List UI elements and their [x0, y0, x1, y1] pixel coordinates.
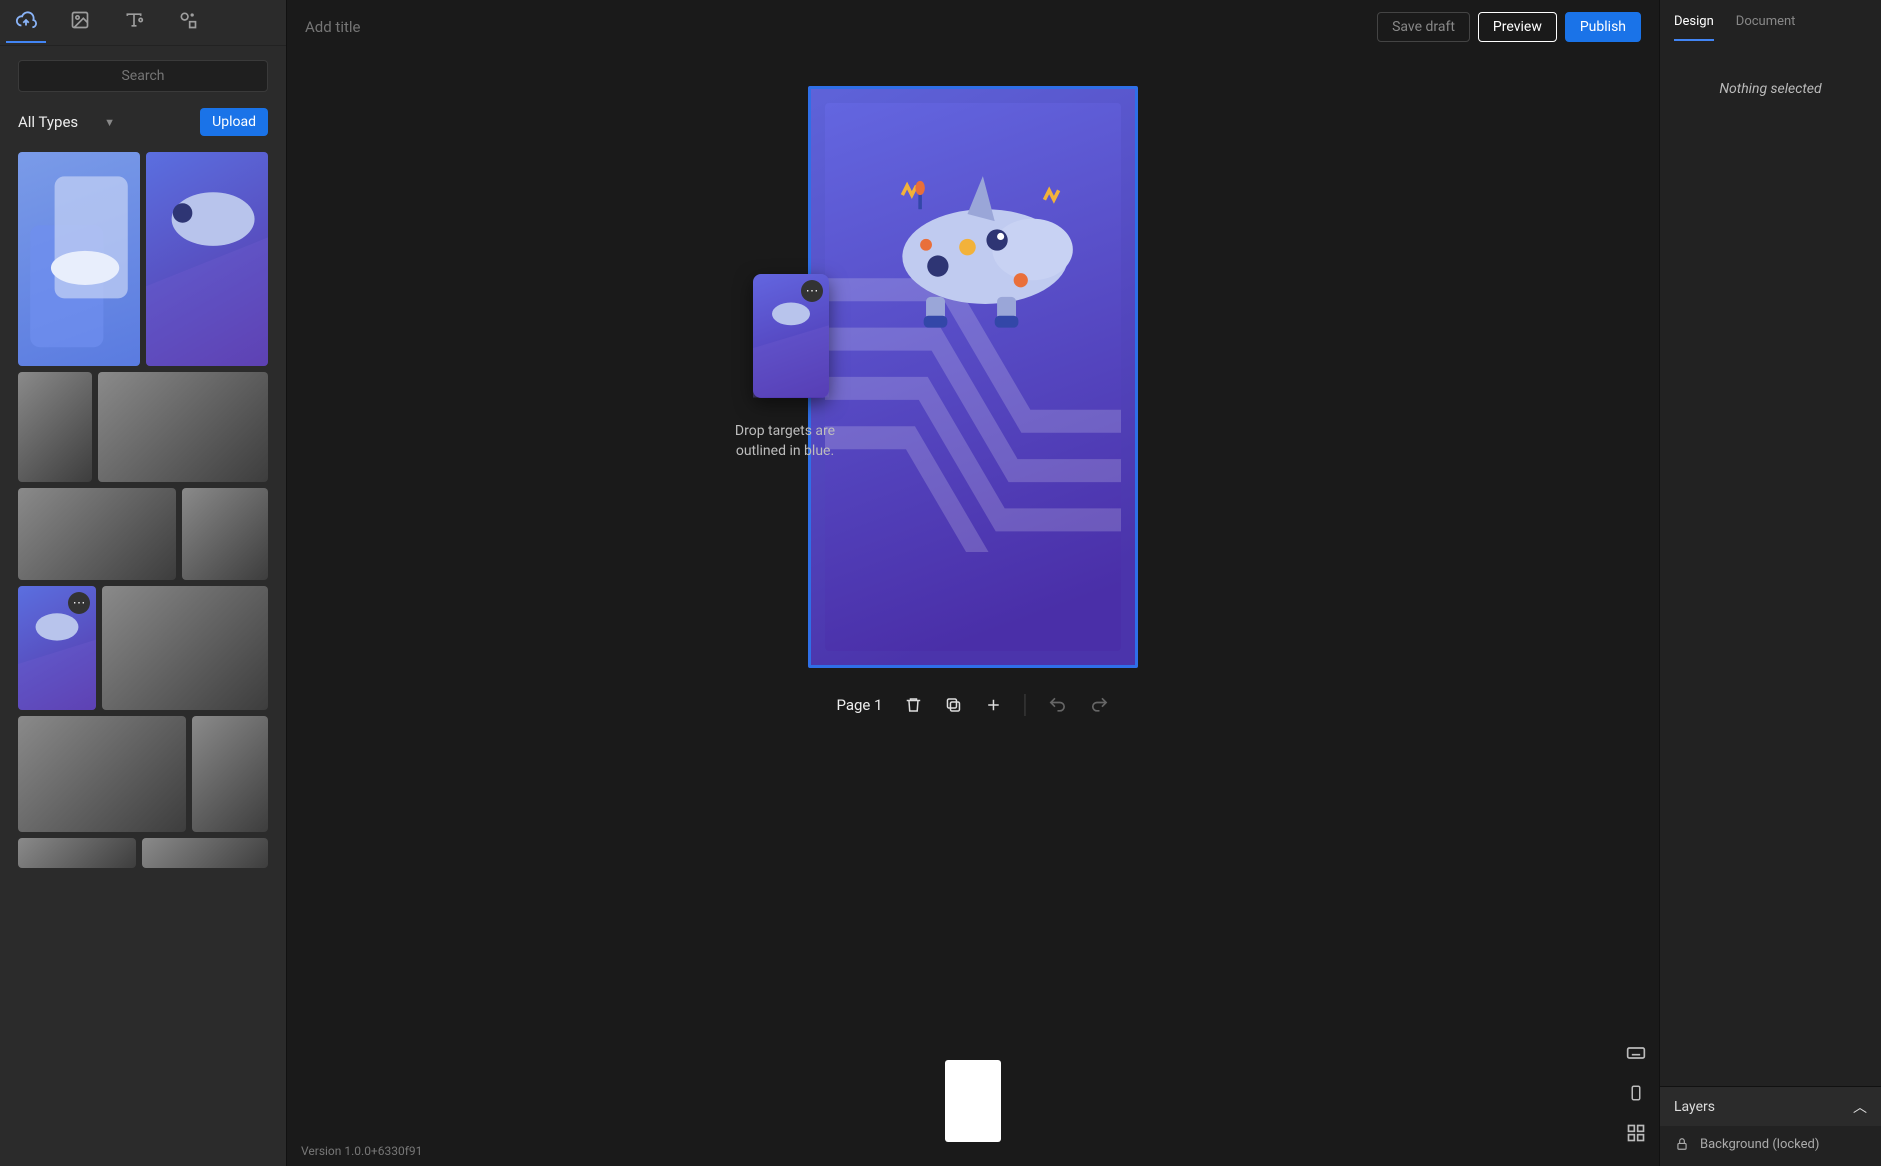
- device-preview-button[interactable]: [1625, 1082, 1647, 1104]
- workspace: Save draft Preview Publish: [287, 0, 1659, 1166]
- chevron-up-icon: ︿: [1853, 1097, 1867, 1117]
- delete-page-button[interactable]: [905, 696, 923, 714]
- separator: [1025, 694, 1026, 716]
- tab-design[interactable]: Design: [1674, 14, 1714, 41]
- cloud-upload-icon: [15, 9, 37, 35]
- asset-thumb[interactable]: [18, 372, 92, 482]
- title-input[interactable]: [305, 18, 605, 36]
- asset-grid: ⋯: [18, 152, 268, 888]
- dragging-asset[interactable]: ⋯: [753, 274, 829, 398]
- keyboard-icon: [1626, 1043, 1646, 1063]
- asset-thumb[interactable]: [18, 152, 140, 366]
- inspector-panel: Design Document Nothing selected Layers …: [1659, 0, 1881, 1166]
- grid-view-button[interactable]: [1625, 1122, 1647, 1144]
- page-thumbnail[interactable]: [945, 1060, 1001, 1142]
- undo-icon: [1048, 695, 1068, 715]
- trash-icon: [905, 696, 923, 714]
- preview-button[interactable]: Preview: [1478, 12, 1557, 42]
- redo-icon: [1090, 695, 1110, 715]
- lock-icon: [1674, 1136, 1690, 1152]
- publish-button[interactable]: Publish: [1565, 12, 1641, 42]
- asset-thumb[interactable]: ⋯: [18, 586, 96, 710]
- tool-rail: [0, 0, 286, 46]
- shapes-icon: [178, 10, 198, 34]
- search-input[interactable]: [18, 60, 268, 92]
- inspector-body: Nothing selected: [1660, 41, 1881, 1086]
- duplicate-icon: [945, 696, 963, 714]
- layers-label: Layers: [1674, 1099, 1715, 1115]
- asset-thumb[interactable]: [146, 152, 268, 366]
- chevron-down-icon: ▼: [104, 116, 115, 129]
- layers-list: Background (locked): [1660, 1126, 1881, 1166]
- workspace-topbar: Save draft Preview Publish: [287, 0, 1659, 54]
- undo-button[interactable]: [1048, 695, 1068, 715]
- asset-type-dropdown[interactable]: All Types ▼: [18, 113, 115, 131]
- dropdown-label: All Types: [18, 113, 78, 131]
- asset-thumb[interactable]: [18, 488, 176, 580]
- asset-thumb[interactable]: [18, 716, 186, 832]
- keyboard-shortcuts-button[interactable]: [1625, 1042, 1647, 1064]
- plus-icon: [985, 696, 1003, 714]
- save-draft-button[interactable]: Save draft: [1377, 12, 1470, 42]
- tool-shapes[interactable]: [168, 3, 208, 43]
- asset-thumb[interactable]: [182, 488, 268, 580]
- version-label: Version 1.0.0+6330f91: [301, 1144, 422, 1158]
- tab-document[interactable]: Document: [1736, 14, 1796, 41]
- layer-row-background[interactable]: Background (locked): [1674, 1136, 1867, 1152]
- page-canvas[interactable]: [808, 86, 1138, 668]
- duplicate-page-button[interactable]: [945, 696, 963, 714]
- tool-upload[interactable]: [6, 3, 46, 43]
- inspector-tabs: Design Document: [1660, 0, 1881, 41]
- layer-label: Background (locked): [1700, 1137, 1819, 1152]
- page-controls: Page 1: [836, 694, 1109, 716]
- image-icon: [70, 10, 90, 34]
- floating-toolbar: [1625, 1042, 1647, 1144]
- nothing-selected-label: Nothing selected: [1719, 81, 1821, 97]
- asset-thumb[interactable]: [102, 586, 268, 710]
- canvas-background: [825, 103, 1121, 651]
- device-icon: [1627, 1084, 1645, 1102]
- tool-text[interactable]: [114, 3, 154, 43]
- page-label: Page 1: [836, 696, 882, 714]
- upload-button[interactable]: Upload: [200, 108, 268, 136]
- asset-thumb[interactable]: [192, 716, 268, 832]
- drop-hint-text: Drop targets are outlined in blue.: [725, 422, 845, 461]
- layers-header[interactable]: Layers ︿: [1660, 1086, 1881, 1126]
- asset-sidebar: All Types ▼ Upload: [0, 0, 287, 1166]
- grid-icon: [1626, 1123, 1646, 1143]
- canvas-zone[interactable]: ⋯ Drop targets are outlined in blue. Pag…: [287, 54, 1659, 1166]
- tool-image[interactable]: [60, 3, 100, 43]
- asset-thumb[interactable]: [18, 838, 136, 868]
- rhino-illustration: [855, 147, 1092, 366]
- text-icon: [124, 10, 144, 34]
- add-page-button[interactable]: [985, 696, 1003, 714]
- asset-thumb[interactable]: [98, 372, 268, 482]
- redo-button[interactable]: [1090, 695, 1110, 715]
- asset-thumb[interactable]: [142, 838, 268, 868]
